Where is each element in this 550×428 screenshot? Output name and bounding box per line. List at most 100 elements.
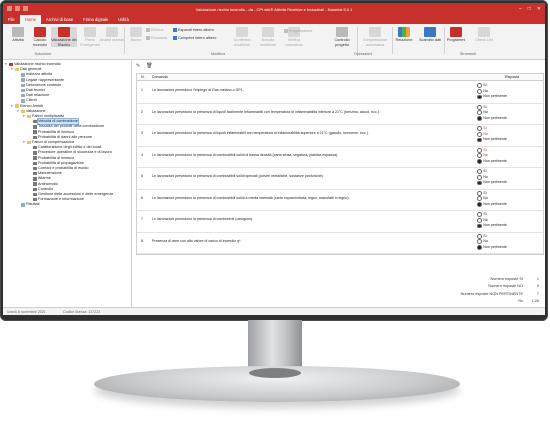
tree-item[interactable]: Risultati xyxy=(17,202,40,207)
radio-icon[interactable] xyxy=(477,94,482,100)
radio-icon[interactable] xyxy=(477,147,482,153)
answer-option[interactable]: Non pertinente xyxy=(477,202,507,208)
programmi-button[interactable]: Programmi xyxy=(443,27,469,43)
confirm-icon xyxy=(236,27,248,37)
doc-icon xyxy=(21,83,25,88)
answer-option-label: Non pertinente xyxy=(483,137,507,142)
maximize-icon[interactable]: □ xyxy=(528,6,531,12)
trash-icon[interactable]: 🗑 xyxy=(146,63,152,69)
tab-utilita[interactable]: Utilità xyxy=(113,15,133,24)
comprimi-albero-button[interactable]: Comprimi intero albero xyxy=(173,36,216,40)
radio-icon[interactable] xyxy=(477,174,482,180)
chevron-down-icon[interactable]: ▾ xyxy=(11,67,14,72)
monitor-stand-joint xyxy=(249,368,301,378)
row-number: 5 xyxy=(141,174,143,178)
edit-icon[interactable]: ✎ xyxy=(136,63,140,69)
answer-option[interactable]: Non pertinente xyxy=(477,94,507,100)
analisi-scenari-button[interactable]: Analisi scenari xyxy=(99,27,125,43)
radio-icon[interactable] xyxy=(477,202,482,207)
tab-firma-digitale[interactable]: Firma digitale xyxy=(78,15,113,24)
radio-icon[interactable] xyxy=(477,169,482,175)
chevron-down-icon[interactable]: ▾ xyxy=(5,62,8,67)
espandi-albero-button[interactable]: Espandi intero albero xyxy=(173,28,214,32)
calcolo-incendio-label: Calcolo incendio xyxy=(32,38,48,47)
radio-icon[interactable] xyxy=(477,196,482,202)
radio-icon[interactable] xyxy=(477,180,482,186)
risk-icon xyxy=(58,27,70,37)
close-icon[interactable]: ✕ xyxy=(537,6,541,12)
window-controls: – □ ✕ xyxy=(519,6,541,12)
ribbon: Attività Calcolo incendio Valutazione de… xyxy=(3,24,545,60)
answer-option-label: Non pertinente xyxy=(483,201,507,206)
table-row: 7 Le lavorazioni prevedono la presenza di… xyxy=(137,210,543,233)
check-list-label: Check List xyxy=(475,38,493,42)
radio-icon[interactable] xyxy=(477,116,482,121)
rinomina-button[interactable]: Rinomina xyxy=(146,36,167,40)
annulla-label: Annulla modifiche xyxy=(259,38,277,47)
compressione-button[interactable]: Compressione automatica xyxy=(359,27,391,47)
cfg-icon xyxy=(33,177,37,181)
chevron-down-icon[interactable]: ▾ xyxy=(17,109,20,114)
rename-icon xyxy=(146,36,150,40)
radio-icon[interactable] xyxy=(477,110,482,116)
relazione-button[interactable]: Relazione xyxy=(391,27,417,43)
conferma-modifiche-button[interactable]: Conferma modifiche xyxy=(229,27,255,47)
controllo-progetto-button[interactable]: Controllo progetto xyxy=(329,27,355,47)
tab-home[interactable]: Home xyxy=(19,15,41,24)
radio-icon[interactable] xyxy=(477,104,482,110)
radio-icon[interactable] xyxy=(477,190,482,196)
table-row: 2 Le lavorazioni prevedono la presenza di… xyxy=(137,103,543,125)
check-list-button[interactable]: Check List xyxy=(471,27,497,43)
answer-option[interactable]: Non pertinente xyxy=(477,159,507,165)
scambio-dati-button[interactable]: Scambio dati xyxy=(417,27,443,43)
radio-icon[interactable] xyxy=(477,131,482,137)
rinomina-label: Rinomina xyxy=(151,36,168,40)
calcolo-incendio-button[interactable]: Calcolo incendio xyxy=(27,27,53,47)
group-modifica: Modifica xyxy=(210,52,226,56)
radio-icon[interactable] xyxy=(477,83,482,89)
analisi-scenari-label: Analisi scenari xyxy=(99,38,125,42)
chevron-down-icon[interactable]: ▾ xyxy=(11,104,14,109)
answer-option[interactable]: Non pertinente xyxy=(477,116,507,122)
answer-option[interactable]: Non pertinente xyxy=(477,245,507,251)
radio-icon[interactable] xyxy=(477,212,482,218)
monitor-bezel: Valutazione rischio incendio - da - CPI … xyxy=(0,0,548,321)
answer-option[interactable]: Non pertinente xyxy=(477,223,507,229)
answer-option[interactable]: Non pertinente xyxy=(477,137,507,143)
radio-icon[interactable] xyxy=(477,137,482,143)
radio-icon[interactable] xyxy=(477,217,482,223)
radio-icon[interactable] xyxy=(477,223,482,229)
cfg-icon xyxy=(33,130,37,134)
radio-icon[interactable] xyxy=(477,159,482,164)
conferma-label: Conferma modifiche xyxy=(233,38,251,47)
status-date: lunedì 8 novembre 2021 xyxy=(7,310,46,314)
radio-icon[interactable] xyxy=(477,126,482,132)
answer-option[interactable]: Non pertinente xyxy=(477,180,507,186)
minimize-icon[interactable]: – xyxy=(519,6,522,12)
group-soluzione: Soluzione xyxy=(34,52,52,56)
header-n: N. xyxy=(141,75,145,79)
radio-icon[interactable] xyxy=(477,245,482,250)
annulla-modifiche-button[interactable]: Annulla modifiche xyxy=(255,27,281,47)
progettazione-dropdown[interactable]: Progettazione xyxy=(284,29,312,33)
status-license: Codice licenza: 117223 xyxy=(63,310,101,314)
tab-archivi[interactable]: Archivi di base xyxy=(41,15,78,24)
summary-value: 0 xyxy=(536,284,539,288)
chevron-down-icon[interactable]: ▾ xyxy=(23,114,26,119)
radio-icon[interactable] xyxy=(477,88,482,94)
window-title: Valutazione rischio incendio - da - CPI … xyxy=(195,7,353,12)
radio-icon[interactable] xyxy=(477,153,482,159)
chevron-down-icon[interactable]: ▾ xyxy=(23,140,26,145)
valutazione-rischio-button[interactable]: Valutazione del Rischio xyxy=(51,27,77,47)
doc-icon xyxy=(21,78,25,82)
cfg-icon xyxy=(33,145,37,150)
tab-file[interactable]: File xyxy=(3,15,20,24)
attivita-icon xyxy=(12,27,24,37)
radio-icon[interactable] xyxy=(477,239,482,245)
radio-icon[interactable] xyxy=(477,233,482,239)
new-icon xyxy=(130,27,142,37)
answer-option-label: Non pertinente xyxy=(483,94,507,99)
answer-option-label: Non pertinente xyxy=(483,115,507,120)
group-strumenti: Strumenti xyxy=(459,52,477,56)
elimina-button[interactable]: Elimina xyxy=(146,28,163,32)
